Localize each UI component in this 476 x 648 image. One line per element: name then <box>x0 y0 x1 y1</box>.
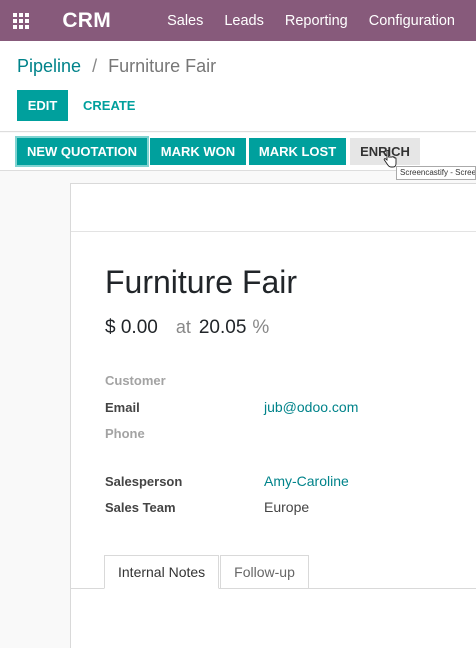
notebook-tabs: Internal Notes Follow-up <box>104 555 309 589</box>
breadcrumb: Pipeline / Furniture Fair <box>17 56 216 77</box>
expected-revenue-row: $ 0.00 at 20.05% <box>105 317 269 339</box>
form-sheet: Furniture Fair $ 0.00 at 20.05% Customer E… <box>70 183 476 648</box>
salesperson-label: Salesperson <box>105 474 183 489</box>
new-quotation-button[interactable]: NEW QUOTATION <box>17 138 147 165</box>
app-name[interactable]: CRM <box>62 9 111 33</box>
sales-team-label: Sales Team <box>105 500 176 515</box>
mark-won-button[interactable]: MARK WON <box>150 138 246 165</box>
breadcrumb-separator: / <box>92 56 98 76</box>
tooltip: Screencastify - Screen <box>396 166 476 180</box>
breadcrumb-pipeline[interactable]: Pipeline <box>17 56 81 76</box>
breadcrumb-current: Furniture Fair <box>108 56 217 76</box>
menu-item-configuration[interactable]: Configuration <box>369 13 455 29</box>
email-label: Email <box>105 400 140 415</box>
phone-label: Phone <box>105 426 145 441</box>
opportunity-title[interactable]: Furniture Fair <box>105 264 297 301</box>
customer-label: Customer <box>105 373 166 388</box>
expected-revenue[interactable]: $ 0.00 <box>105 317 158 338</box>
apps-grid-icon[interactable] <box>0 0 42 41</box>
top-navbar: CRM Sales Leads Reporting Configuration <box>0 0 476 41</box>
main-menu: Sales Leads Reporting Configuration <box>167 13 476 29</box>
create-button[interactable]: CREATE <box>75 90 143 121</box>
sales-team-field[interactable]: Europe <box>264 499 309 515</box>
tab-follow-up[interactable]: Follow-up <box>220 555 309 589</box>
mark-lost-button[interactable]: MARK LOST <box>249 138 346 165</box>
sheet-header <box>71 184 476 232</box>
menu-item-leads[interactable]: Leads <box>224 13 264 29</box>
menu-item-reporting[interactable]: Reporting <box>285 13 348 29</box>
tab-internal-notes[interactable]: Internal Notes <box>104 555 220 589</box>
control-panel: Pipeline / Furniture Fair EDIT CREATE <box>0 41 476 132</box>
email-field[interactable]: jub@odoo.com <box>264 399 358 415</box>
probability-value[interactable]: 20.05 <box>199 317 247 338</box>
salesperson-field[interactable]: Amy-Caroline <box>264 473 349 489</box>
percent-sign: % <box>252 317 270 338</box>
at-label: at <box>175 317 191 337</box>
hand-cursor-icon <box>383 150 397 168</box>
edit-button[interactable]: EDIT <box>17 90 68 121</box>
menu-item-sales[interactable]: Sales <box>167 13 203 29</box>
